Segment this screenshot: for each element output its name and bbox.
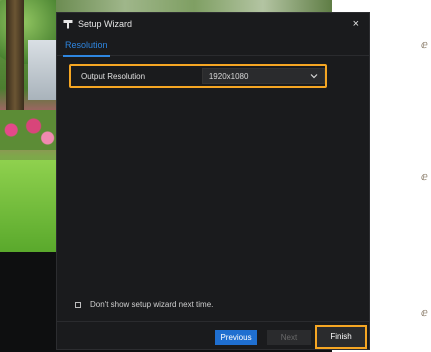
dialog-title: Setup Wizard — [78, 19, 133, 29]
camera-feed-top — [56, 0, 332, 12]
feed-lawn — [0, 160, 56, 252]
margin-mark: ⅇ — [421, 171, 428, 183]
tab-bar: Resolution — [57, 35, 369, 57]
previous-button[interactable]: Previous — [215, 330, 257, 345]
wizard-icon — [63, 20, 73, 29]
dont-show-option[interactable]: Don't show setup wizard next time. — [75, 300, 213, 309]
next-button[interactable]: Next — [267, 330, 311, 345]
close-icon[interactable]: × — [349, 18, 363, 30]
output-resolution-label: Output Resolution — [81, 71, 146, 81]
chevron-down-icon — [310, 74, 318, 79]
finish-button[interactable]: Finish — [315, 325, 367, 349]
feed-flowers — [0, 110, 56, 150]
margin-mark: ⅇ — [421, 39, 428, 51]
camera-feed — [0, 0, 56, 252]
margin-mark: ⅇ — [421, 307, 428, 319]
dialog-titlebar: Setup Wizard × — [57, 13, 369, 35]
feed-building — [28, 40, 56, 100]
dont-show-label: Don't show setup wizard next time. — [90, 300, 214, 309]
tab-resolution[interactable]: Resolution — [63, 36, 110, 57]
output-resolution-select[interactable]: 1920x1080 — [201, 68, 325, 84]
output-resolution-value: 1920x1080 — [208, 71, 249, 81]
setup-wizard-dialog: Setup Wizard × Resolution Output Resolut… — [56, 12, 370, 350]
checkbox-icon[interactable] — [75, 301, 81, 308]
output-resolution-row: Output Resolution 1920x1080 — [69, 64, 327, 88]
dialog-footer: Previous Next Finish — [57, 321, 369, 351]
